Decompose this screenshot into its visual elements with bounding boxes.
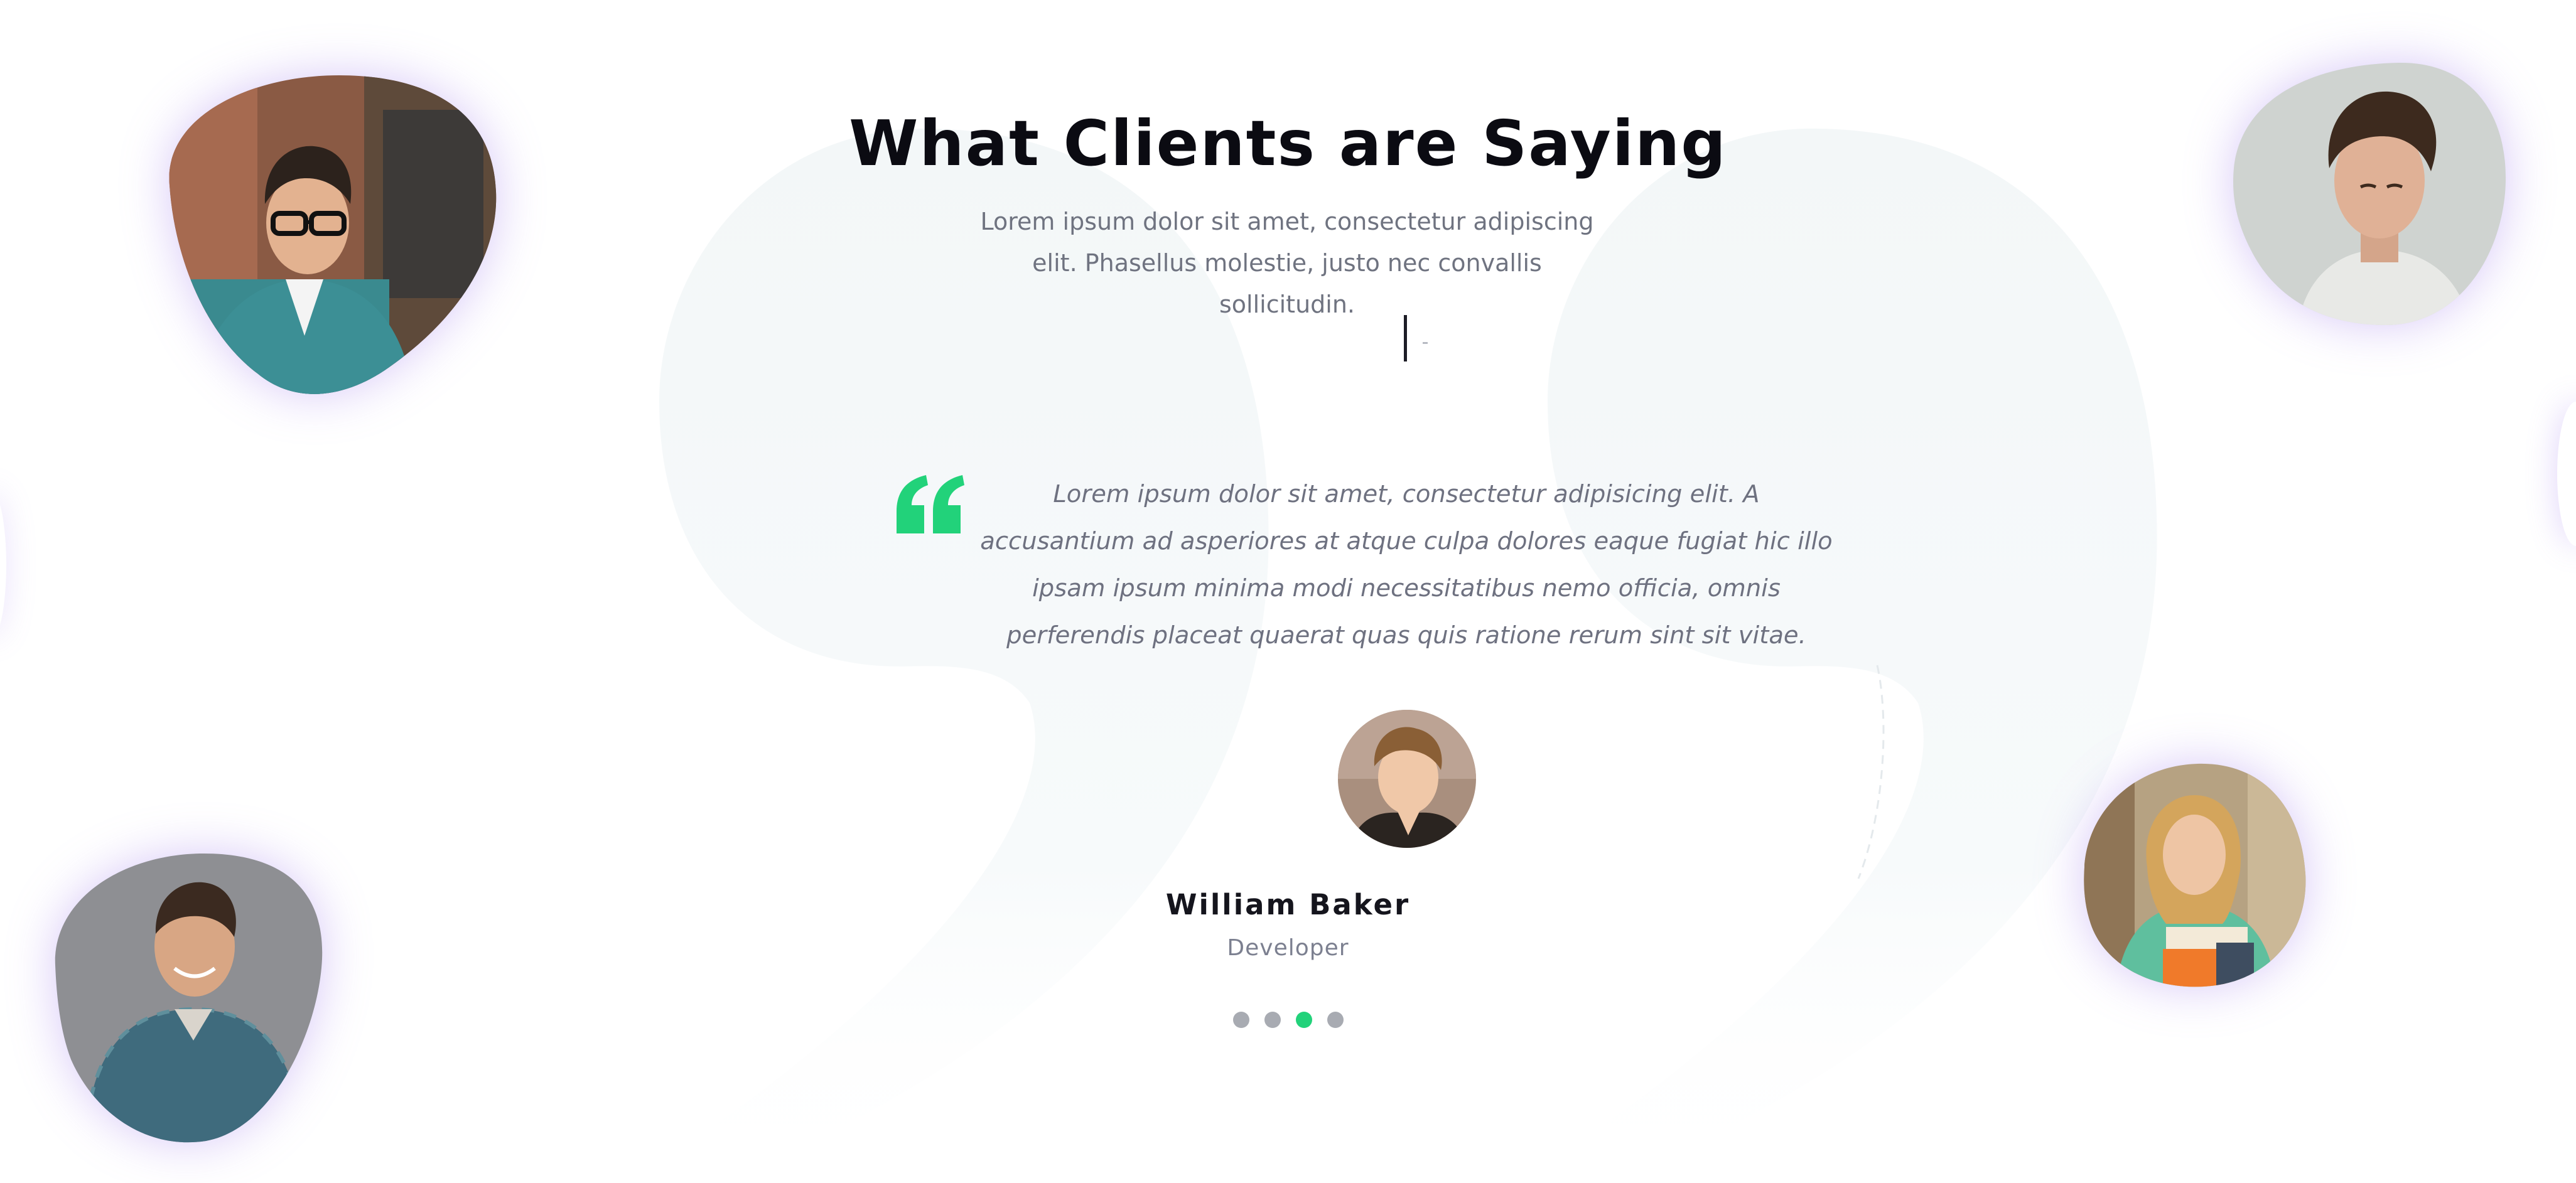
slider-dot-1[interactable] xyxy=(1232,1012,1249,1028)
divider-accent xyxy=(1423,342,1428,344)
slider-dot-3[interactable] xyxy=(1295,1012,1312,1028)
title-divider xyxy=(1404,315,1407,361)
client-photo-young-man xyxy=(2229,62,2511,328)
testimonial-quote: Lorem ipsum dolor sit amet, consectetur … xyxy=(980,480,1833,650)
slider-dot-4[interactable] xyxy=(1327,1012,1344,1028)
client-photo-woman-with-books xyxy=(2078,761,2310,990)
slider-pagination xyxy=(0,1012,2576,1028)
client-photo-glasses-man xyxy=(157,72,502,408)
offscreen-photo-edge-left xyxy=(0,490,6,640)
client-photo-plaid-shirt-man xyxy=(49,852,325,1144)
author-avatar xyxy=(1338,710,1476,848)
quote-icon xyxy=(897,475,964,533)
section-subtitle: Lorem ipsum dolor sit amet, consectetur … xyxy=(980,208,1594,318)
testimonials-section: What Clients are Saying Lorem ipsum dolo… xyxy=(0,0,2576,1183)
offscreen-photo-edge-right xyxy=(2557,402,2576,546)
slider-dot-2[interactable] xyxy=(1264,1012,1281,1028)
